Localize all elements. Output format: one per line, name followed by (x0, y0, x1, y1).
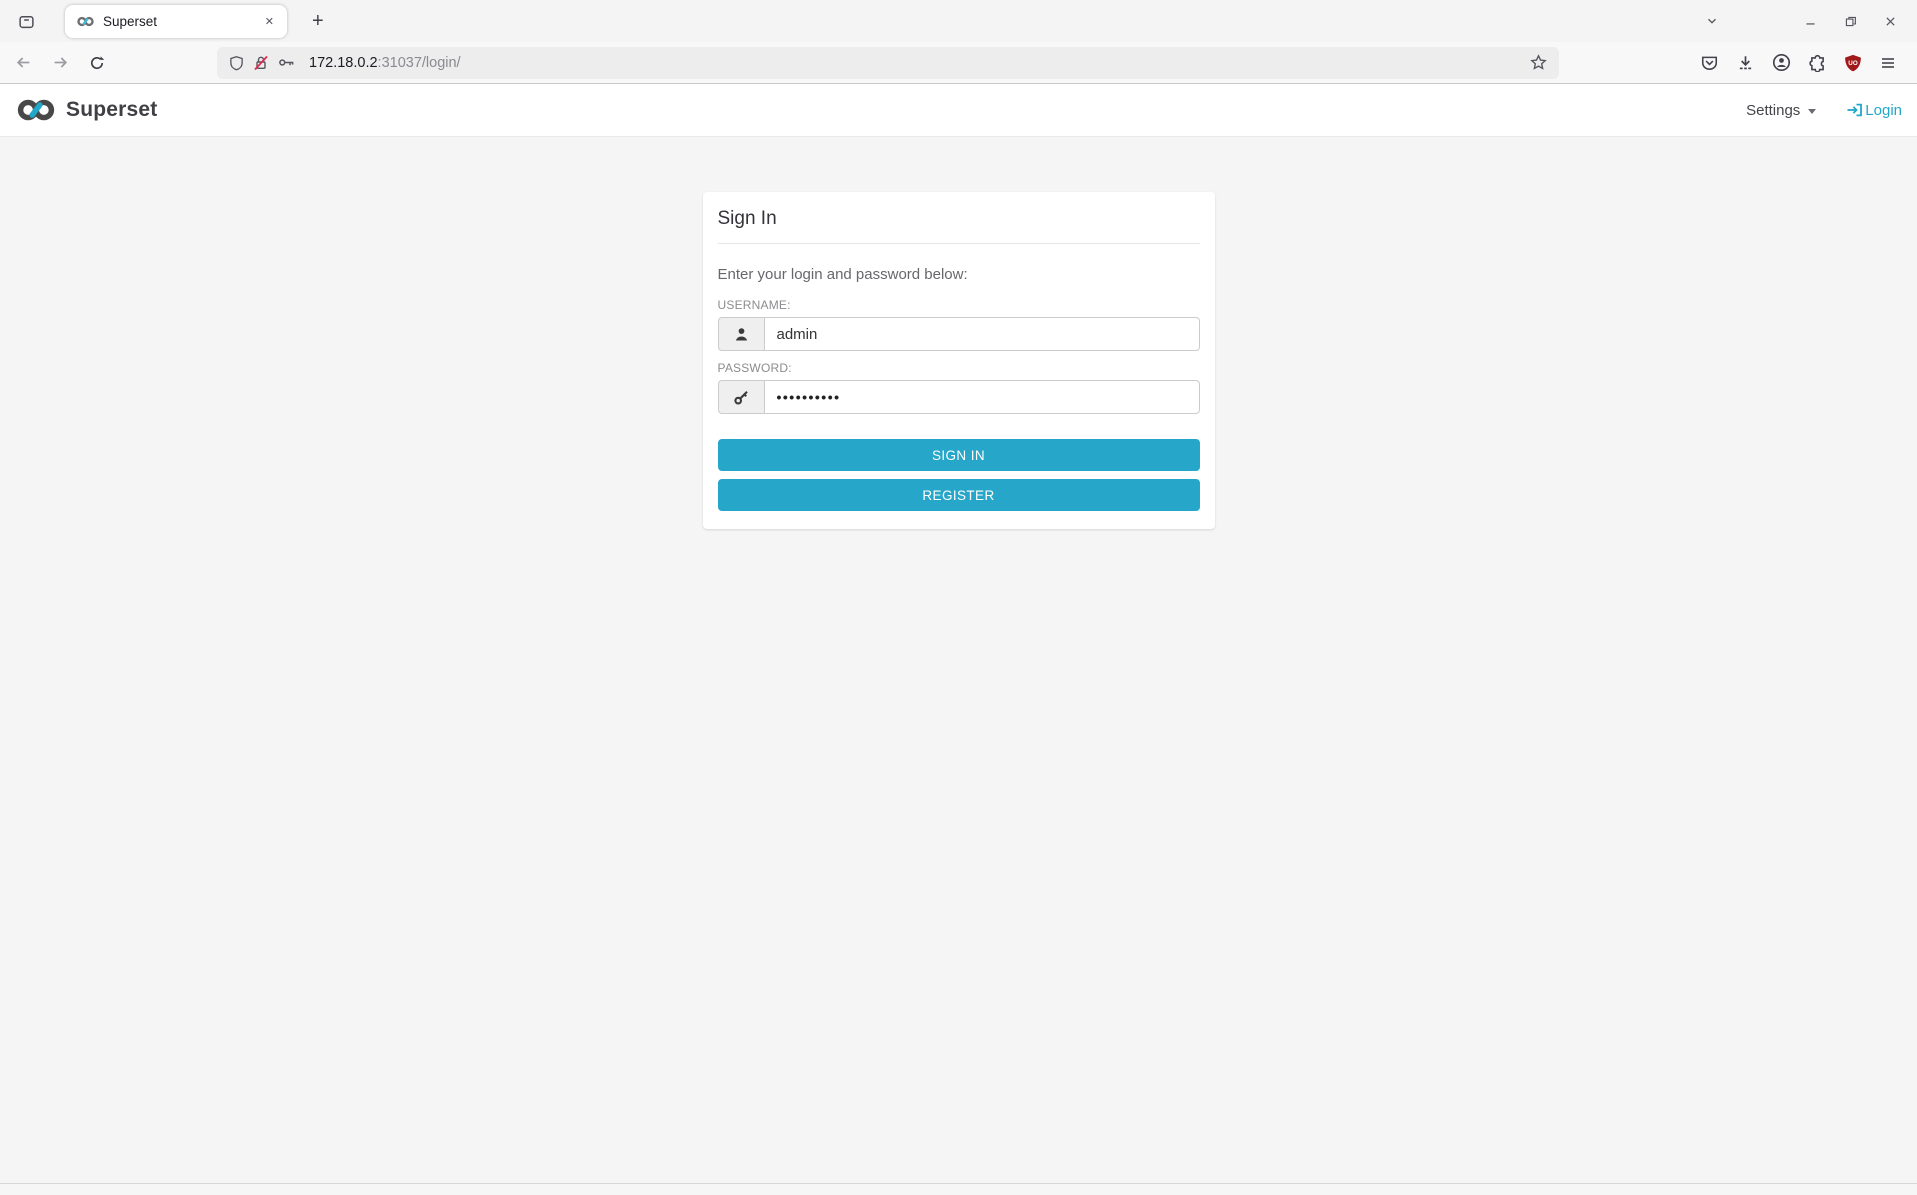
tracking-protection-shield-icon[interactable] (229, 55, 244, 71)
pocket-icon[interactable] (1700, 54, 1719, 72)
window-close-icon[interactable] (1875, 6, 1905, 36)
username-label: USERNAME: (718, 298, 1200, 312)
settings-label: Settings (1746, 102, 1800, 119)
superset-navbar: Superset Settings Login (0, 84, 1917, 137)
ublock-origin-icon[interactable]: UO (1844, 54, 1862, 72)
sign-in-card: Sign In Enter your login and password be… (703, 192, 1215, 529)
bookmark-star-icon[interactable] (1530, 54, 1547, 71)
superset-infinity-icon (15, 98, 57, 122)
list-all-tabs-chevron-icon[interactable] (1697, 6, 1727, 36)
menu-hamburger-icon[interactable] (1879, 55, 1897, 71)
svg-text:UO: UO (1848, 59, 1858, 66)
password-input-group (718, 380, 1200, 414)
toolbar-right-icons: UO (1700, 53, 1907, 72)
card-title: Sign In (718, 206, 1200, 244)
password-label: PASSWORD: (718, 361, 1200, 375)
tabstrip-right-controls (1687, 6, 1905, 36)
firefox-view-icon[interactable] (12, 7, 40, 35)
back-icon[interactable] (10, 50, 36, 76)
user-icon (718, 317, 764, 351)
forward-icon[interactable] (47, 50, 73, 76)
key-icon (718, 380, 764, 414)
register-button[interactable]: REGISTER (718, 479, 1200, 511)
page-content: Sign In Enter your login and password be… (0, 137, 1917, 1183)
extensions-puzzle-icon[interactable] (1808, 54, 1827, 72)
url-path: :31037/login/ (378, 55, 461, 71)
downloads-icon[interactable] (1736, 54, 1755, 72)
superset-logo[interactable]: Superset (15, 98, 157, 122)
caret-down-icon (1808, 109, 1816, 114)
username-input-group (718, 317, 1200, 351)
tab-title: Superset (103, 14, 260, 29)
reload-icon[interactable] (84, 50, 110, 76)
brand-title: Superset (66, 98, 157, 122)
account-icon[interactable] (1772, 53, 1791, 72)
insecure-lock-icon[interactable] (253, 55, 269, 71)
browser-tab-strip: Superset ✕ + (0, 0, 1917, 42)
login-label: Login (1865, 102, 1902, 119)
url-bar[interactable]: 172.18.0.2:31037/login/ (217, 47, 1559, 79)
saved-password-key-icon[interactable] (278, 55, 295, 70)
settings-menu[interactable]: Settings (1746, 102, 1816, 119)
tab-favicon-superset-icon (76, 16, 95, 27)
password-input[interactable] (764, 380, 1200, 414)
login-prompt: Enter your login and password below: (718, 266, 1200, 283)
tab-close-icon[interactable]: ✕ (260, 12, 279, 31)
window-restore-icon[interactable] (1835, 6, 1865, 36)
sign-in-button[interactable]: SIGN IN (718, 439, 1200, 471)
browser-tab[interactable]: Superset ✕ (65, 5, 287, 38)
page-footer (0, 1183, 1917, 1195)
new-tab-button[interactable]: + (303, 11, 333, 31)
browser-toolbar: 172.18.0.2:31037/login/ (0, 42, 1917, 84)
login-link[interactable]: Login (1846, 102, 1902, 119)
url-text: 172.18.0.2:31037/login/ (309, 55, 461, 71)
login-arrow-icon (1846, 102, 1863, 118)
url-host: 172.18.0.2 (309, 55, 378, 71)
username-input[interactable] (764, 317, 1200, 351)
window-minimize-icon[interactable] (1795, 6, 1825, 36)
navbar-right: Settings Login (1746, 102, 1902, 119)
